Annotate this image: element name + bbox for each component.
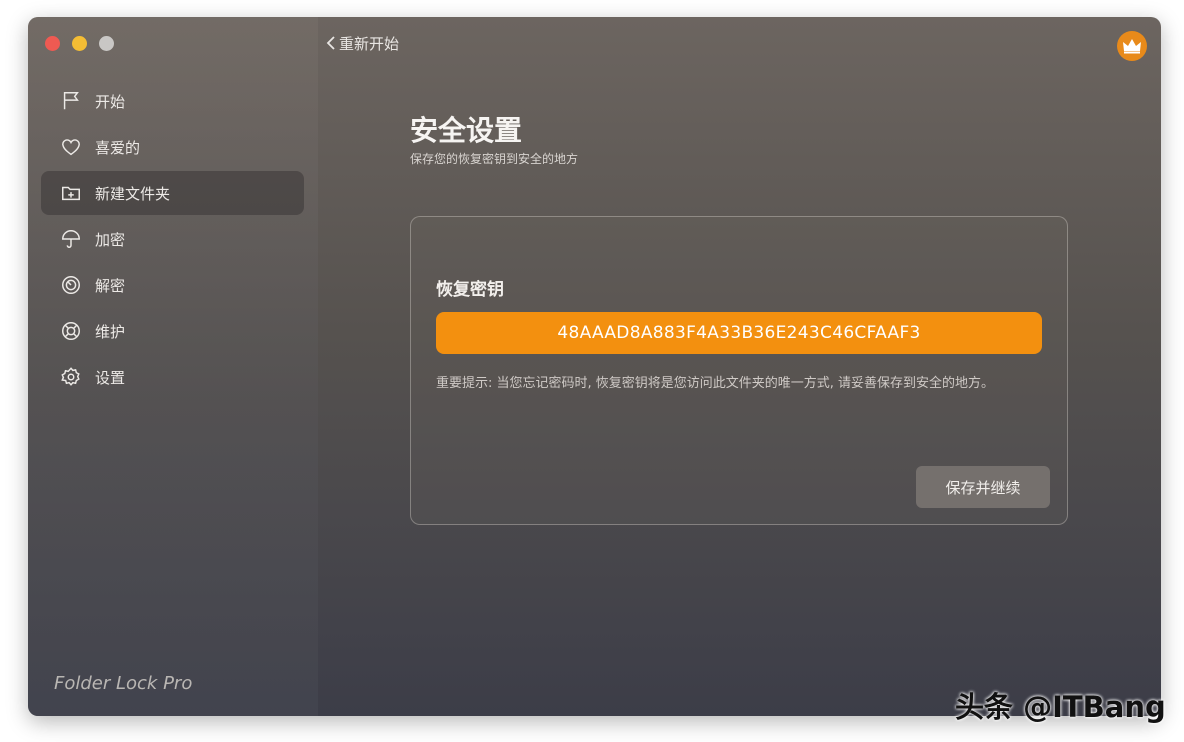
new-folder-icon [59,181,83,205]
recovery-key-label: 恢复密钥 [436,280,504,300]
sidebar-item-label: 开始 [95,92,126,111]
sidebar-item-label: 新建文件夹 [95,184,171,203]
umbrella-icon [59,227,83,251]
zoom-window-button[interactable] [99,36,114,51]
sidebar-item-label: 喜爱的 [95,138,141,157]
app-window: 开始 喜爱的 新建文件夹 加密 解密 维护 设置 Folder Lock Pro… [28,17,1161,716]
back-label: 重新开始 [339,34,400,53]
gear-icon [59,365,83,389]
close-window-button[interactable] [45,36,60,51]
restart-back-button[interactable]: 重新开始 [326,32,399,54]
page-title: 安全设置 [410,114,523,147]
watermark-text: 头条 @ITBang [955,690,1166,724]
sidebar-item-label: 设置 [95,368,126,387]
save-and-continue-button[interactable]: 保存并继续 [916,466,1050,508]
sidebar-item-label: 维护 [95,322,126,341]
chevron-left-icon [326,36,335,50]
sidebar: 开始 喜爱的 新建文件夹 加密 解密 维护 设置 Folder Lock Pro [28,17,318,716]
recovery-key-field[interactable]: 48AAAD8A883F4A33B36E243C46CFAAF3 [436,312,1042,354]
sidebar-item-label: 加密 [95,230,126,249]
crown-icon[interactable] [1117,31,1147,61]
heart-icon [59,135,83,159]
recovery-key-panel: 恢复密钥 48AAAD8A883F4A33B36E243C46CFAAF3 重要… [410,216,1068,525]
sidebar-item-decrypt[interactable]: 解密 [41,263,304,307]
app-brand: Folder Lock Pro [54,673,193,694]
sidebar-item-start[interactable]: 开始 [41,79,304,123]
sidebar-nav: 开始 喜爱的 新建文件夹 加密 解密 维护 设置 [41,79,304,401]
sidebar-item-encrypt[interactable]: 加密 [41,217,304,261]
sidebar-item-settings[interactable]: 设置 [41,355,304,399]
sidebar-item-favorites[interactable]: 喜爱的 [41,125,304,169]
sidebar-item-new-folder[interactable]: 新建文件夹 [41,171,304,215]
lifebuoy-icon [59,319,83,343]
sidebar-item-maintenance[interactable]: 维护 [41,309,304,353]
disc-icon [59,273,83,297]
window-controls [45,36,114,51]
sidebar-item-label: 解密 [95,276,126,295]
recovery-key-hint: 重要提示: 当您忘记密码时, 恢复密钥将是您访问此文件夹的唯一方式, 请妥善保存… [436,376,995,391]
flag-icon [59,89,83,113]
minimize-window-button[interactable] [72,36,87,51]
page-subtitle: 保存您的恢复密钥到安全的地方 [410,152,579,166]
